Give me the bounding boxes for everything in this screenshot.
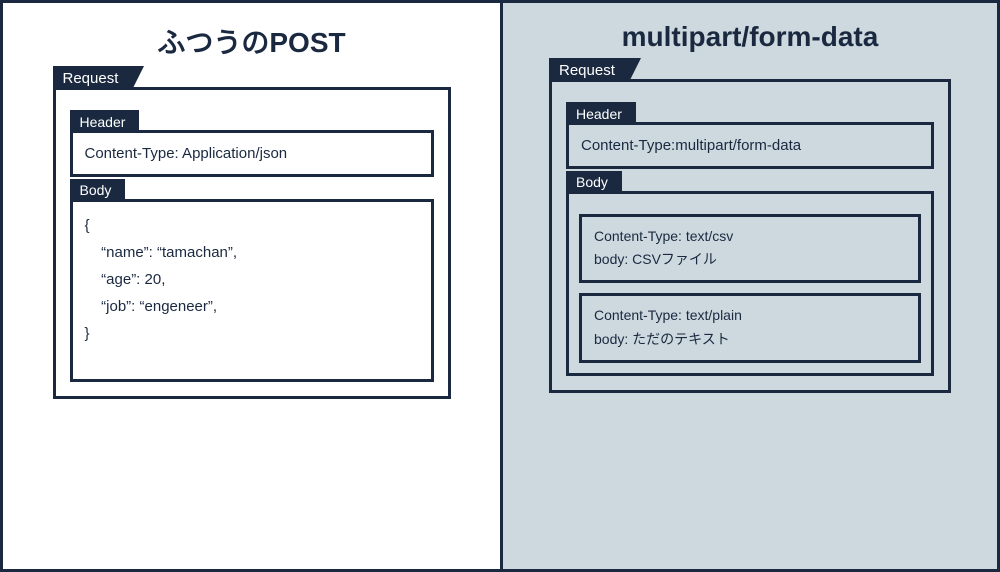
panel-multipart: multipart/form-data Request Header Conte… (500, 3, 997, 569)
header-box-left: Header Content-Type: Application/json (70, 130, 434, 177)
request-box-left: Request Header Content-Type: Application… (53, 87, 451, 399)
part-body-1: body: ただのテキスト (594, 328, 906, 352)
header-tab-left: Header (70, 110, 140, 133)
panel-title-right: multipart/form-data (622, 21, 879, 53)
header-tab-right: Header (566, 102, 636, 125)
header-content-left: Content-Type: Application/json (85, 143, 419, 166)
request-tab-left: Request (53, 66, 133, 90)
part-body-0: body: CSVファイル (594, 248, 906, 272)
header-content-right: Content-Type:multipart/form-data (581, 135, 919, 158)
request-box-right: Request Header Content-Type:multipart/fo… (549, 79, 951, 393)
panel-normal-post: ふつうのPOST Request Header Content-Type: Ap… (3, 3, 500, 569)
panel-title-left: ふつうのPOST (157, 21, 345, 61)
body-json-left: { “name”: “tamachan”, “age”: 20, “job”: … (85, 210, 419, 371)
diagram-container: ふつうのPOST Request Header Content-Type: Ap… (0, 0, 1000, 572)
body-part-0: Content-Type: text/csv body: CSVファイル (579, 214, 921, 284)
body-box-left: Body { “name”: “tamachan”, “age”: 20, “j… (70, 199, 434, 382)
header-box-right: Header Content-Type:multipart/form-data (566, 122, 934, 169)
body-tab-left: Body (70, 179, 126, 202)
request-tab-right: Request (549, 58, 629, 82)
body-part-1: Content-Type: text/plain body: ただのテキスト (579, 293, 921, 363)
body-box-right: Body Content-Type: text/csv body: CSVファイ… (566, 191, 934, 376)
part-content-type-0: Content-Type: text/csv (594, 225, 906, 249)
part-content-type-1: Content-Type: text/plain (594, 304, 906, 328)
body-tab-right: Body (566, 171, 622, 194)
